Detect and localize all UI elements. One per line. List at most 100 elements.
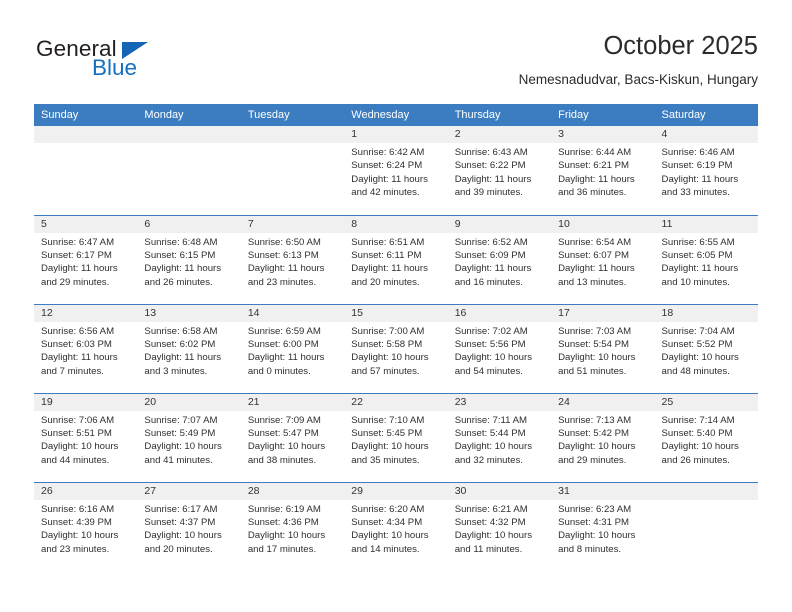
calendar-day-cell[interactable]: 2 Sunrise: 6:43 AM Sunset: 6:22 PM Daylight… xyxy=(447,126,552,215)
calendar-day-cell[interactable]: 17 Sunrise: 7:03 AM Sunset: 5:54 PM Dayligh… xyxy=(551,303,655,393)
day-number: 28 xyxy=(240,482,345,500)
calendar-day-cell[interactable]: 11 Sunrise: 6:55 AM Sunset: 6:05 PM Dayligh… xyxy=(654,214,758,304)
calendar-day-cell[interactable]: 16 Sunrise: 7:02 AM Sunset: 5:56 PM Dayligh… xyxy=(447,303,552,393)
sunrise-text: Sunrise: 6:51 AM xyxy=(351,236,425,248)
day-details: Sunrise: 7:00 AM Sunset: 5:58 PM Daylight:… xyxy=(344,322,447,379)
sunset-text: Sunset: 6:19 PM xyxy=(661,160,733,172)
daylight-text-line2: and 20 minutes. xyxy=(144,543,213,555)
sunrise-text: Sunrise: 6:17 AM xyxy=(144,503,218,515)
calendar-day-cell[interactable]: 28 Sunrise: 6:19 AM Sunset: 4:36 PM Dayligh… xyxy=(240,481,345,571)
daylight-text-line1: Daylight: 11 hours xyxy=(351,173,428,185)
day-number: 23 xyxy=(447,393,552,411)
calendar-day-cell[interactable]: 25 Sunrise: 7:14 AM Sunset: 5:40 PM Dayligh… xyxy=(654,392,758,482)
day-number: 22 xyxy=(344,393,448,411)
general-blue-logo[interactable]: General Blue xyxy=(34,36,234,92)
daylight-text-line2: and 23 minutes. xyxy=(247,276,317,288)
daylight-text-line2: and 7 minutes. xyxy=(41,365,104,377)
calendar-day-cell[interactable]: 3 Sunrise: 6:44 AM Sunset: 6:21 PM Daylight… xyxy=(551,126,655,215)
calendar-day-cell[interactable]: 15 Sunrise: 7:00 AM Sunset: 5:58 PM Dayligh… xyxy=(344,303,448,393)
day-details: Sunrise: 6:50 AM Sunset: 6:13 PM Daylight:… xyxy=(241,233,344,290)
day-number: 2 xyxy=(447,126,552,143)
calendar-day-cell[interactable]: 4 Sunrise: 6:46 AM Sunset: 6:19 PM Daylight… xyxy=(654,126,758,215)
sunset-text: Sunset: 5:56 PM xyxy=(454,338,526,350)
daylight-text-line2: and 54 minutes. xyxy=(454,365,523,377)
calendar-day-cell[interactable]: 21 Sunrise: 7:09 AM Sunset: 5:47 PM Dayligh… xyxy=(240,392,345,482)
calendar-day-cell[interactable]: 20 Sunrise: 7:07 AM Sunset: 5:49 PM Dayligh… xyxy=(137,392,241,482)
calendar-day-cell[interactable]: 29 Sunrise: 6:20 AM Sunset: 4:34 PM Dayligh… xyxy=(344,481,448,571)
calendar-day-cell[interactable]: 31 Sunrise: 6:23 AM Sunset: 4:31 PM Dayligh… xyxy=(551,481,655,571)
day-number: 17 xyxy=(551,304,655,322)
calendar-day-cell[interactable]: 12 Sunrise: 6:56 AM Sunset: 6:03 PM Dayligh… xyxy=(34,303,138,393)
daylight-text-line2: and 23 minutes. xyxy=(41,543,110,555)
calendar-day-cell[interactable]: 5 Sunrise: 6:47 AM Sunset: 6:17 PM Daylight… xyxy=(34,214,138,304)
sunrise-text: Sunrise: 7:00 AM xyxy=(351,325,425,337)
sunrise-text: Sunrise: 6:46 AM xyxy=(661,147,735,158)
daylight-text-line2: and 33 minutes. xyxy=(661,187,730,199)
calendar-day-cell[interactable]: 27 Sunrise: 6:17 AM Sunset: 4:37 PM Dayligh… xyxy=(137,481,241,571)
calendar-table: Sunday Monday Tuesday Wednesday Thursday Frid… xyxy=(34,104,758,571)
calendar-day-cell[interactable]: 22 Sunrise: 7:10 AM Sunset: 5:45 PM Dayligh… xyxy=(344,392,448,482)
sunrise-text: Sunrise: 7:02 AM xyxy=(454,325,528,337)
sunrise-text: Sunrise: 6:52 AM xyxy=(454,236,528,248)
calendar-day-cell[interactable]: 1 Sunrise: 6:42 AM Sunset: 6:24 PM Daylight… xyxy=(344,126,448,215)
calendar-day-cell[interactable]: 13 Sunrise: 6:58 AM Sunset: 6:02 PM Dayligh… xyxy=(137,303,241,393)
day-number: 16 xyxy=(447,304,552,322)
calendar-day-cell[interactable]: 18 Sunrise: 7:04 AM Sunset: 5:52 PM Dayligh… xyxy=(654,303,758,393)
calendar-day-cell[interactable]: 9 Sunrise: 6:52 AM Sunset: 6:09 PM Daylight… xyxy=(447,214,552,304)
title-block: October 2025 Nemesnadudvar, Bacs-Kiskun,… xyxy=(519,30,758,90)
calendar-day-cell[interactable]: 19 Sunrise: 7:06 AM Sunset: 5:51 PM Dayligh… xyxy=(34,392,138,482)
calendar-day-cell[interactable]: 23 Sunrise: 7:11 AM Sunset: 5:44 PM Dayligh… xyxy=(447,392,552,482)
sunrise-text: Sunrise: 7:14 AM xyxy=(661,414,735,426)
sunset-text: Sunset: 5:45 PM xyxy=(351,427,423,439)
day-number: 24 xyxy=(551,393,655,411)
daylight-text-line1: Daylight: 10 hours xyxy=(454,441,533,453)
sunrise-text: Sunrise: 6:19 AM xyxy=(247,503,321,515)
calendar-day-cell[interactable]: 24 Sunrise: 7:13 AM Sunset: 5:42 PM Dayligh… xyxy=(551,392,655,482)
calendar-day-cell[interactable]: 6 Sunrise: 6:48 AM Sunset: 6:15 PM Daylight… xyxy=(137,214,241,304)
calendar-week-row: 12 Sunrise: 6:56 AM Sunset: 6:03 PM Dayligh… xyxy=(34,303,758,393)
daylight-text-line1: Daylight: 11 hours xyxy=(41,263,118,275)
day-number: 18 xyxy=(654,304,758,322)
calendar-day-cell[interactable]: 30 Sunrise: 6:21 AM Sunset: 4:32 PM Dayligh… xyxy=(447,481,552,571)
day-number: 31 xyxy=(551,482,655,500)
daylight-text-line1: Daylight: 10 hours xyxy=(351,441,429,453)
day-details: Sunrise: 6:21 AM Sunset: 4:32 PM Daylight:… xyxy=(448,500,551,557)
day-details: Sunrise: 6:58 AM Sunset: 6:02 PM Daylight:… xyxy=(137,322,240,379)
day-number: 15 xyxy=(344,304,448,322)
day-details: Sunrise: 6:48 AM Sunset: 6:15 PM Daylight:… xyxy=(137,233,240,290)
sunrise-text: Sunrise: 6:20 AM xyxy=(351,503,425,515)
weekday-header-tuesday: Tuesday xyxy=(240,104,345,126)
weekday-header-monday: Monday xyxy=(137,104,241,126)
daylight-text-line2: and 35 minutes. xyxy=(351,454,420,466)
sunrise-text: Sunrise: 7:07 AM xyxy=(144,414,218,426)
logo-text-blue: Blue xyxy=(92,55,138,80)
daylight-text-line1: Daylight: 11 hours xyxy=(144,263,222,275)
sunset-text: Sunset: 5:54 PM xyxy=(558,338,630,350)
day-number xyxy=(240,126,345,143)
daylight-text-line2: and 42 minutes. xyxy=(351,187,420,199)
day-details: Sunrise: 7:13 AM Sunset: 5:42 PM Daylight:… xyxy=(551,411,654,468)
day-number: 27 xyxy=(137,482,241,500)
calendar-day-cell[interactable]: 7 Sunrise: 6:50 AM Sunset: 6:13 PM Daylight… xyxy=(240,214,345,304)
day-details: Sunrise: 6:55 AM Sunset: 6:05 PM Daylight:… xyxy=(655,233,758,290)
sunset-text: Sunset: 5:44 PM xyxy=(454,427,526,439)
sunset-text: Sunset: 6:17 PM xyxy=(41,249,112,261)
day-number: 29 xyxy=(344,482,448,500)
calendar-page: General Blue October 2025 Nemesnadudvar,… xyxy=(0,0,792,612)
calendar-day-cell[interactable]: 8 Sunrise: 6:51 AM Sunset: 6:11 PM Daylight… xyxy=(344,214,448,304)
daylight-text-line1: Daylight: 10 hours xyxy=(454,352,533,364)
day-number xyxy=(654,482,758,500)
calendar-week-row: 19 Sunrise: 7:06 AM Sunset: 5:51 PM Dayligh… xyxy=(34,392,758,482)
calendar-day-cell[interactable]: 10 Sunrise: 6:54 AM Sunset: 6:07 PM Dayligh… xyxy=(551,214,655,304)
sunrise-text: Sunrise: 6:59 AM xyxy=(247,325,321,337)
calendar-day-cell[interactable]: 26 Sunrise: 6:16 AM Sunset: 4:39 PM Dayligh… xyxy=(34,481,138,571)
calendar-day-cell[interactable]: 14 Sunrise: 6:59 AM Sunset: 6:00 PM Dayligh… xyxy=(240,303,345,393)
sunset-text: Sunset: 6:00 PM xyxy=(247,338,319,350)
day-number: 1 xyxy=(344,126,448,143)
day-details: Sunrise: 6:52 AM Sunset: 6:09 PM Daylight:… xyxy=(448,233,551,290)
sunset-text: Sunset: 6:22 PM xyxy=(454,160,526,172)
daylight-text-line1: Daylight: 10 hours xyxy=(661,352,739,364)
sunrise-text: Sunrise: 7:03 AM xyxy=(558,325,632,337)
daylight-text-line2: and 13 minutes. xyxy=(558,276,627,288)
day-number: 21 xyxy=(240,393,345,411)
